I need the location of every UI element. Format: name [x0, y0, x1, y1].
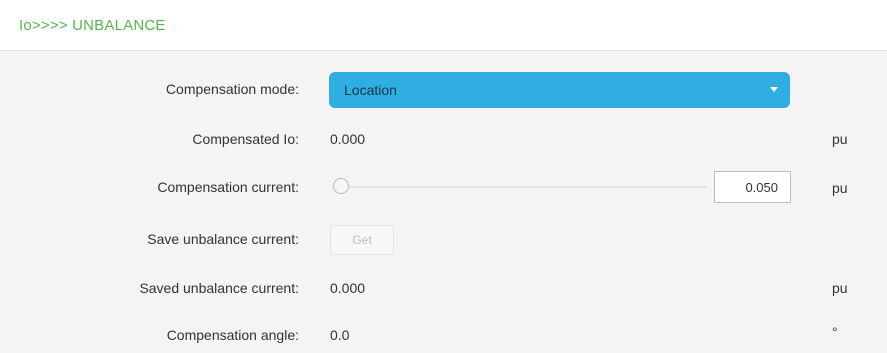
compensated-io-unit: pu — [832, 131, 848, 147]
save-unbalance-current-label: Save unbalance current: — [147, 231, 299, 247]
compensation-current-label: Compensation current: — [157, 179, 299, 195]
compensation-current-unit: pu — [832, 180, 848, 196]
section-header: Io>>>> UNBALANCE — [0, 0, 887, 51]
compensation-mode-select[interactable]: Location — [329, 72, 790, 108]
compensation-current-input[interactable] — [714, 171, 791, 203]
saved-unbalance-current-unit: pu — [832, 280, 848, 296]
compensated-io-value: 0.000 — [330, 131, 366, 147]
compensation-angle-label: Compensation angle: — [166, 327, 299, 343]
compensation-mode-value: Location — [344, 82, 397, 98]
saved-unbalance-current-value: 0.000 — [330, 280, 366, 296]
compensated-io-label: Compensated Io: — [192, 131, 299, 147]
compensation-current-slider-thumb[interactable] — [333, 178, 349, 194]
compensation-current-slider-track[interactable] — [345, 186, 707, 188]
section-title: Io>>>> UNBALANCE — [19, 17, 166, 34]
compensation-angle-value: 0.0 — [330, 327, 350, 343]
get-button[interactable]: Get — [330, 225, 394, 255]
saved-unbalance-current-label: Saved unbalance current: — [139, 280, 299, 296]
compensation-angle-unit: ° — [832, 324, 838, 340]
compensation-mode-label: Compensation mode: — [165, 81, 299, 97]
chevron-down-icon — [770, 87, 778, 92]
